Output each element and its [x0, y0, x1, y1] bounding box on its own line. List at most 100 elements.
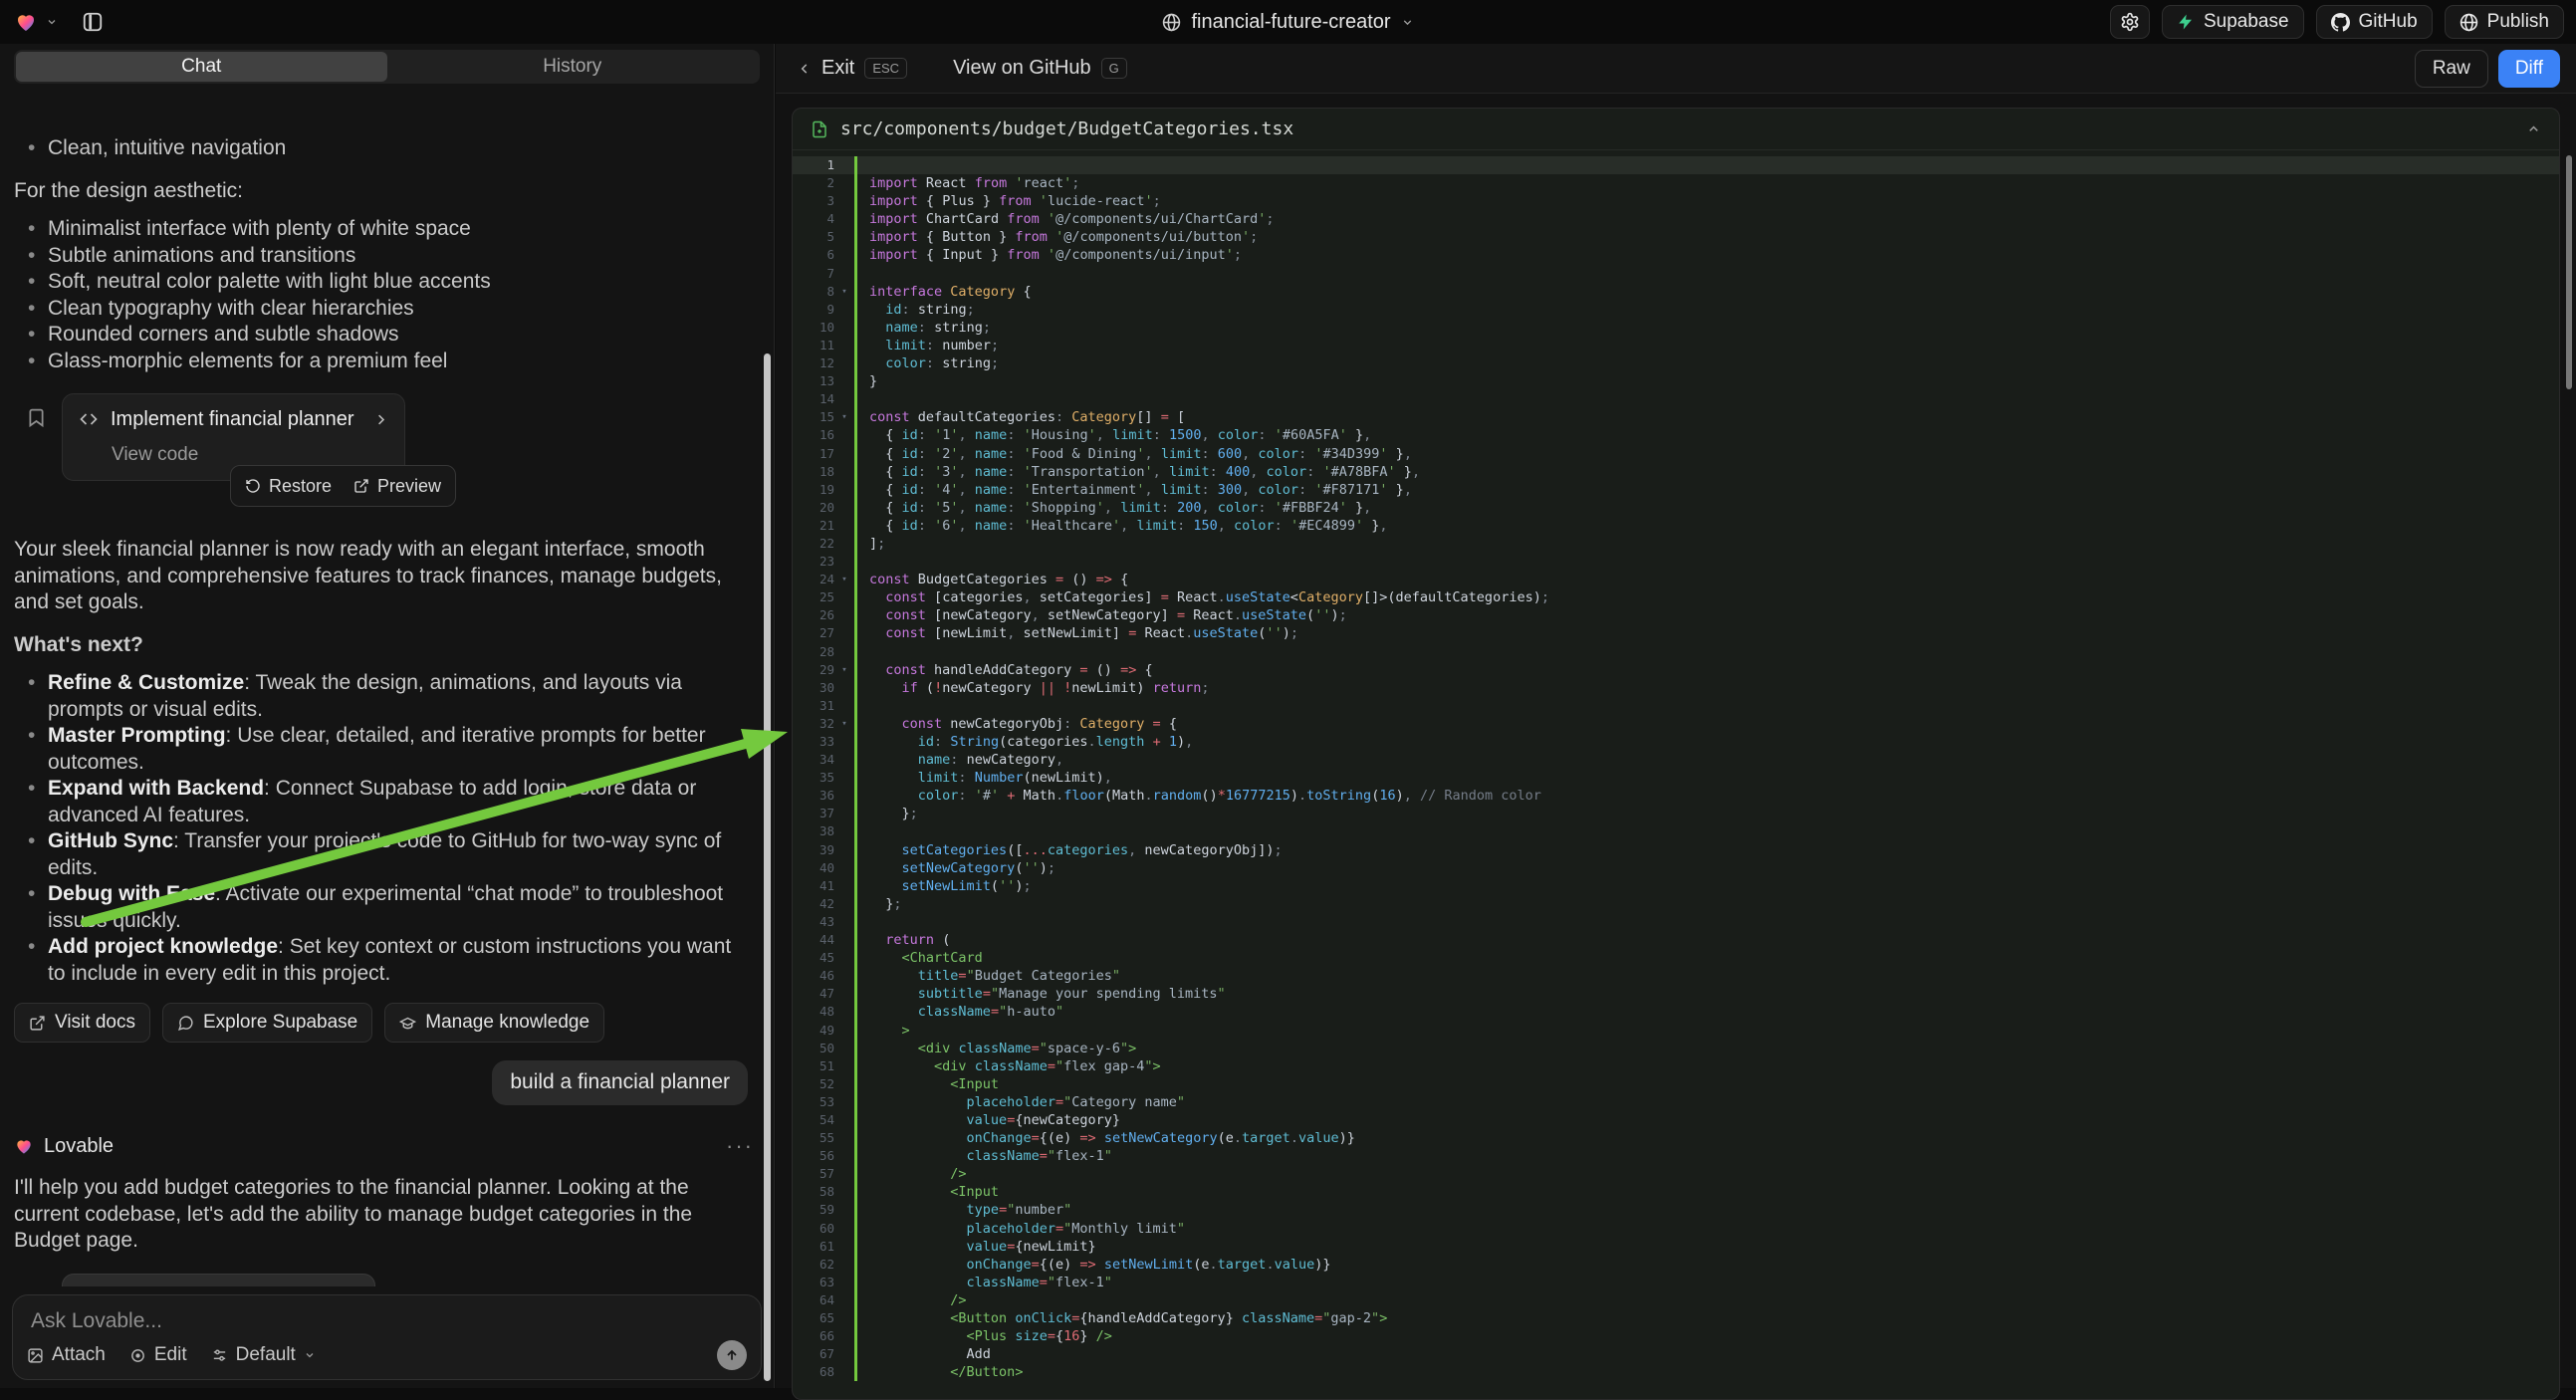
- diff-added-bar: [854, 1003, 857, 1021]
- line-number: 63: [793, 1274, 834, 1291]
- line-number: 24: [793, 571, 834, 588]
- file-path[interactable]: src/components/budget/BudgetCategories.t…: [840, 118, 2514, 139]
- version-card[interactable]: Implement financial planner View code Re…: [62, 393, 405, 481]
- diff-added-bar: [854, 588, 857, 606]
- line-number: 36: [793, 787, 834, 805]
- settings-button[interactable]: [2110, 5, 2150, 39]
- fold-chevron-icon: [834, 553, 854, 571]
- fold-chevron-icon: [834, 1003, 854, 1021]
- diff-added-bar: [854, 246, 857, 264]
- code-line: 11 limit: number;: [793, 337, 2559, 354]
- code-view-header: Exit ESC View on GitHub G Raw Diff: [776, 44, 2576, 94]
- fold-chevron-icon[interactable]: ▾: [834, 661, 854, 679]
- manage-knowledge-button[interactable]: Manage knowledge: [384, 1003, 604, 1043]
- fold-chevron-icon[interactable]: ▾: [834, 408, 854, 426]
- diff-toggle-button[interactable]: Diff: [2498, 50, 2560, 88]
- diff-added-bar: [854, 265, 857, 283]
- preview-button[interactable]: Preview: [353, 473, 441, 500]
- code-line: 66 <Plus size={16} />: [793, 1327, 2559, 1345]
- sidebar-toggle-icon[interactable]: [82, 11, 104, 33]
- line-number: 25: [793, 588, 834, 606]
- fold-chevron-icon: [834, 481, 854, 499]
- supabase-button[interactable]: Supabase: [2162, 5, 2304, 39]
- tab-history[interactable]: History: [387, 52, 759, 82]
- tab-chat[interactable]: Chat: [16, 52, 387, 82]
- line-number: 26: [793, 606, 834, 624]
- publish-button[interactable]: Publish: [2445, 5, 2564, 39]
- file-card: src/components/budget/BudgetCategories.t…: [792, 108, 2560, 1400]
- code-line: 20 { id: '5', name: 'Shopping', limit: 2…: [793, 499, 2559, 517]
- version-card-row: Implement financial planner View code Re…: [26, 393, 754, 481]
- exit-button[interactable]: Exit: [821, 57, 854, 80]
- restore-button[interactable]: Restore: [245, 473, 332, 500]
- project-title[interactable]: financial-future-creator: [1191, 11, 1390, 34]
- next-steps-list: Refine & Customize: Tweak the design, an…: [14, 670, 754, 987]
- fold-chevron-icon: [834, 859, 854, 877]
- github-button[interactable]: GitHub: [2316, 5, 2433, 39]
- line-number: 42: [793, 895, 834, 913]
- fold-chevron-icon: [834, 210, 854, 228]
- chat-input-placeholder[interactable]: Ask Lovable...: [31, 1309, 745, 1333]
- fold-chevron-icon: [834, 679, 854, 697]
- code-line: 63 className="flex-1": [793, 1274, 2559, 1291]
- view-on-github-button[interactable]: View on GitHub G: [953, 57, 1127, 80]
- chevron-right-icon[interactable]: [373, 412, 388, 427]
- fold-chevron-icon: [834, 354, 854, 372]
- code-line: 2import React from 'react';: [793, 174, 2559, 192]
- fold-chevron-icon: [834, 1057, 854, 1075]
- fold-chevron-icon[interactable]: ▾: [834, 571, 854, 588]
- bullet-item: Clean, intuitive navigation: [14, 135, 754, 162]
- line-number: 35: [793, 769, 834, 787]
- code-scrollbar[interactable]: [2566, 155, 2572, 389]
- chat-bubble-icon: [177, 1015, 194, 1032]
- visit-docs-button[interactable]: Visit docs: [14, 1003, 150, 1043]
- chevron-down-icon[interactable]: [46, 16, 58, 28]
- explore-supabase-button[interactable]: Explore Supabase: [162, 1003, 372, 1043]
- more-options-icon[interactable]: ···: [726, 1133, 754, 1160]
- attach-button[interactable]: Attach: [27, 1344, 106, 1366]
- code-line: 16 { id: '1', name: 'Housing', limit: 15…: [793, 426, 2559, 444]
- chat-scrollbar[interactable]: [764, 353, 771, 1381]
- line-number: 62: [793, 1256, 834, 1274]
- code-line: 40 setNewCategory('');: [793, 859, 2559, 877]
- chevron-down-icon[interactable]: [1401, 16, 1414, 29]
- fold-chevron-icon[interactable]: ▾: [834, 283, 854, 301]
- code-editor[interactable]: 12import React from 'react';3import { Pl…: [793, 150, 2559, 1381]
- diff-added-bar: [854, 1220, 857, 1238]
- code-line: 54 value={newCategory}: [793, 1111, 2559, 1129]
- chat-messages[interactable]: Clean, intuitive navigation For the desi…: [0, 123, 774, 1286]
- line-number: 12: [793, 354, 834, 372]
- fold-chevron-icon: [834, 1274, 854, 1291]
- model-selector[interactable]: Default: [211, 1344, 316, 1366]
- sliders-icon: [211, 1347, 228, 1364]
- image-icon: [27, 1347, 44, 1364]
- line-number: 2: [793, 174, 834, 192]
- send-button[interactable]: [717, 1340, 747, 1370]
- line-number: 39: [793, 841, 834, 859]
- fold-chevron-icon: [834, 949, 854, 967]
- lovable-logo[interactable]: [14, 10, 38, 34]
- chevron-up-icon[interactable]: [2526, 121, 2541, 136]
- fold-chevron-icon: [834, 1111, 854, 1129]
- code-line: 6import { Input } from '@/components/ui/…: [793, 246, 2559, 264]
- fold-chevron-icon[interactable]: ▾: [834, 715, 854, 733]
- chevron-left-icon[interactable]: [798, 62, 812, 76]
- code-line: 45 <ChartCard: [793, 949, 2559, 967]
- chat-composer[interactable]: Ask Lovable... Attach Edit Default: [12, 1294, 762, 1380]
- edit-button[interactable]: Edit: [129, 1344, 187, 1366]
- diff-added-bar: [854, 156, 857, 174]
- diff-added-bar: [854, 1022, 857, 1040]
- code-line: 42 };: [793, 895, 2559, 913]
- diff-added-bar: [854, 426, 857, 444]
- code-line: 64 />: [793, 1291, 2559, 1309]
- fold-chevron-icon: [834, 588, 854, 606]
- raw-toggle-button[interactable]: Raw: [2415, 50, 2488, 88]
- code-line: 67 Add: [793, 1345, 2559, 1363]
- line-number: 27: [793, 624, 834, 642]
- line-number: 20: [793, 499, 834, 517]
- fold-chevron-icon: [834, 769, 854, 787]
- code-line: 12 color: string;: [793, 354, 2559, 372]
- version-card[interactable]: Add budget categories View code Restore …: [62, 1274, 375, 1287]
- fold-chevron-icon: [834, 733, 854, 751]
- diff-added-bar: [854, 985, 857, 1003]
